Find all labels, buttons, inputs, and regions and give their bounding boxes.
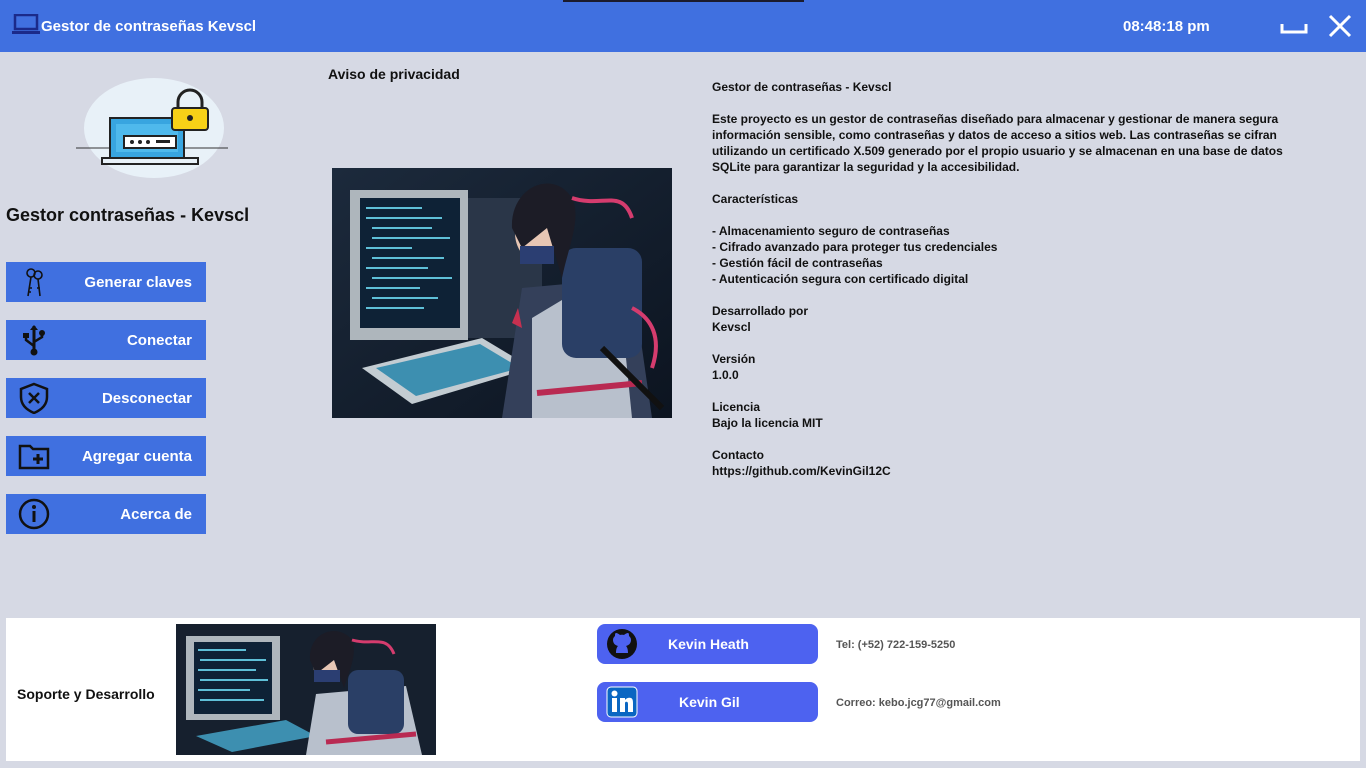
keys-icon bbox=[26, 268, 43, 297]
window-title: Gestor de contraseñas Kevscl bbox=[41, 18, 257, 35]
info-icon bbox=[18, 498, 50, 530]
license-value: Bajo la licencia MIT bbox=[712, 416, 823, 430]
title-bar: Gestor de contraseñas Kevscl 08:48:18 pm bbox=[0, 0, 1366, 52]
about-label: Acerca de bbox=[120, 506, 192, 523]
linkedin-icon bbox=[606, 686, 638, 718]
developed-by-label: Desarrollado por bbox=[712, 304, 809, 318]
laptop-icon bbox=[12, 14, 40, 34]
about-description: Este proyecto es un gestor de contraseña… bbox=[712, 112, 1283, 174]
footer-ninja-image bbox=[176, 624, 436, 755]
generate-keys-button[interactable]: Generar claves bbox=[6, 262, 206, 302]
github-icon bbox=[607, 629, 637, 659]
feature-item: - Gestión fácil de contraseñas bbox=[712, 256, 883, 270]
about-button[interactable]: Acerca de bbox=[6, 494, 206, 534]
feature-item: - Almacenamiento seguro de contraseñas bbox=[712, 224, 950, 238]
privacy-notice-title: Aviso de privacidad bbox=[328, 66, 460, 82]
about-text: Gestor de contraseñas - Kevscl Este proy… bbox=[712, 79, 1292, 479]
connect-label: Conectar bbox=[126, 332, 192, 349]
connect-button[interactable]: Conectar bbox=[6, 320, 206, 360]
contact-label: Contacto bbox=[712, 448, 764, 462]
app-name: Gestor contraseñas - Kevscl bbox=[6, 205, 250, 225]
add-account-button[interactable]: Agregar cuenta bbox=[6, 436, 206, 476]
phone-text: Tel: (+52) 722-159-5250 bbox=[836, 639, 956, 651]
support-label: Soporte y Desarrollo bbox=[17, 686, 155, 702]
linkedin-label: Kevin Gil bbox=[679, 694, 740, 710]
disconnect-button[interactable]: Desconectar bbox=[6, 378, 206, 418]
linkedin-button[interactable]: Kevin Gil bbox=[597, 682, 818, 722]
about-heading: Gestor de contraseñas - Kevscl bbox=[712, 80, 892, 94]
close-button[interactable] bbox=[1326, 12, 1354, 40]
add-account-label: Agregar cuenta bbox=[81, 448, 192, 465]
license-label: Licencia bbox=[712, 400, 761, 414]
title-bar-top-accent bbox=[563, 0, 804, 2]
version-label: Versión bbox=[712, 352, 756, 366]
github-button[interactable]: Kevin Heath bbox=[597, 624, 818, 664]
footer-panel: Soporte y Desarrollo Kevin Heath Kevin G… bbox=[6, 618, 1360, 761]
version-value: 1.0.0 bbox=[712, 368, 739, 382]
app-logo bbox=[76, 76, 232, 180]
lock-laptop-icon bbox=[76, 78, 228, 178]
shield-x-icon bbox=[19, 382, 49, 414]
developed-by-value: Kevscl bbox=[712, 320, 751, 334]
ninja-computer-image bbox=[332, 168, 672, 418]
clock: 08:48:18 pm bbox=[1123, 18, 1210, 35]
github-label: Kevin Heath bbox=[668, 636, 749, 652]
email-text: Correo: kebo.jcg77@gmail.com bbox=[836, 697, 1001, 709]
folder-add-icon bbox=[18, 444, 50, 470]
features-title: Características bbox=[712, 192, 799, 206]
contact-value: https://github.com/KevinGil12C bbox=[712, 464, 891, 478]
generate-keys-label: Generar claves bbox=[84, 274, 192, 291]
minimize-button[interactable] bbox=[1278, 14, 1310, 38]
feature-item: - Autenticación segura con certificado d… bbox=[712, 272, 969, 286]
feature-item: - Cifrado avanzado para proteger tus cre… bbox=[712, 240, 998, 254]
disconnect-label: Desconectar bbox=[101, 390, 192, 407]
usb-icon bbox=[23, 325, 45, 356]
